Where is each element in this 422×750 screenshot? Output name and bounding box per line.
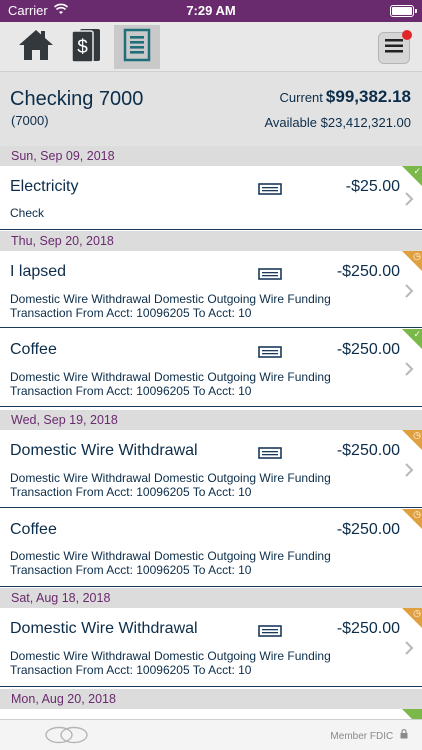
transaction-amount: -$250.00 (336, 620, 400, 637)
home-button[interactable] (13, 25, 59, 69)
svg-text:$: $ (77, 37, 88, 58)
transaction-description: Domestic Wire Withdrawal Domestic Outgoi… (10, 649, 331, 663)
bank-logo-icon (44, 726, 90, 749)
transaction-amount: -$250.00 (336, 341, 400, 358)
check-image-icon[interactable] (258, 446, 282, 459)
date-header: Sun, Sep 09, 2018 (0, 146, 422, 166)
clock-icon: ◷ (413, 430, 421, 440)
account-header: Checking 7000 (7000) Current $99,382.18 A… (0, 72, 422, 146)
lock-icon (400, 729, 408, 742)
transaction-title: Domestic Wire Withdrawal (10, 442, 198, 459)
check-image-icon[interactable] (258, 182, 282, 195)
transaction-amount: -$25.00 (345, 178, 400, 195)
transaction-title: Domestic Wire Withdrawal (10, 620, 198, 637)
transaction-amount: -$250.00 (336, 442, 400, 459)
chevron-right-icon (404, 362, 414, 376)
notification-badge (402, 30, 412, 40)
accounts-button[interactable]: $ (63, 25, 109, 69)
transaction-description-detail: Transaction From Acct: 10096205 To Acct:… (10, 663, 252, 677)
transaction-title: Coffee (10, 341, 57, 358)
transaction-description: Check (10, 206, 45, 220)
transaction-description-detail: Transaction From Acct: 10096205 To Acct:… (10, 384, 252, 398)
transaction-amount: -$250.00 (336, 263, 400, 280)
transaction-description-detail: Transaction From Acct: 10096205 To Acct:… (10, 306, 252, 320)
transaction-amount: -$250.00 (336, 521, 400, 538)
menu-icon (385, 38, 403, 58)
status-bar: Carrier 7:29 AM (0, 0, 422, 22)
transaction-row[interactable]: Electricity -$25.00 Check ✓ (0, 166, 422, 230)
chevron-right-icon (404, 641, 414, 655)
transaction-description-detail: Transaction From Acct: 10096205 To Acct:… (10, 485, 252, 499)
transaction-row[interactable]: Coffee -$250.00 Domestic Wire Withdrawal… (0, 509, 422, 587)
checkmark-icon: ✓ (413, 329, 421, 339)
transaction-title: Coffee (10, 521, 57, 538)
date-header: Sat, Aug 18, 2018 (0, 588, 422, 608)
chevron-right-icon (404, 192, 414, 206)
transaction-description: Domestic Wire Withdrawal Domestic Outgoi… (10, 370, 331, 384)
available-balance: Available $23,412,321.00 (264, 115, 411, 130)
check-image-icon[interactable] (258, 624, 282, 637)
checkmark-icon: ✓ (413, 166, 421, 176)
transaction-title: Electricity (10, 178, 79, 195)
battery-icon (390, 5, 417, 17)
check-image-icon[interactable] (258, 267, 282, 280)
status-time: 7:29 AM (186, 3, 236, 18)
statements-button[interactable] (114, 25, 160, 69)
money-icon: $ (70, 27, 102, 68)
transaction-description: Domestic Wire Withdrawal Domestic Outgoi… (10, 471, 331, 485)
transaction-description: Domestic Wire Withdrawal Domestic Outgoi… (10, 549, 331, 563)
transaction-row[interactable]: Domestic Wire Withdrawal -$250.00 Domest… (0, 430, 422, 508)
check-image-icon[interactable] (258, 345, 282, 358)
transaction-row[interactable]: Domestic Wire Withdrawal -$250.00 Domest… (0, 608, 422, 687)
available-label: Available (264, 115, 317, 130)
menu-button[interactable] (378, 30, 412, 64)
member-fdic: Member FDIC (330, 729, 408, 742)
date-header: Wed, Sep 19, 2018 (0, 410, 422, 430)
footer-bar: Member FDIC (0, 719, 422, 750)
transaction-title: I lapsed (10, 263, 67, 280)
transaction-description-detail: Transaction From Acct: 10096205 To Acct:… (10, 563, 252, 577)
chevron-right-icon (404, 284, 414, 298)
chevron-right-icon (404, 463, 414, 477)
transaction-row[interactable]: Coffee -$250.00 Domestic Wire Withdrawal… (0, 329, 422, 407)
current-label: Current (279, 90, 323, 105)
available-amount: $23,412,321.00 (320, 115, 411, 130)
clock-icon: ◷ (413, 509, 421, 519)
account-name: Checking 7000 (10, 88, 144, 110)
top-nav: $ (0, 22, 422, 72)
account-number: (7000) (11, 113, 49, 128)
current-balance: Current $99,382.18 (280, 87, 411, 107)
clock-icon: ◷ (413, 608, 421, 618)
transaction-description: Domestic Wire Withdrawal Domestic Outgoi… (10, 292, 331, 306)
date-header: Thu, Sep 20, 2018 (0, 231, 422, 251)
statement-icon (123, 28, 151, 67)
current-amount: $99,382.18 (325, 87, 411, 106)
member-fdic-label: Member FDIC (330, 731, 394, 742)
date-header: Mon, Aug 20, 2018 (0, 689, 422, 709)
transaction-row[interactable]: I lapsed -$250.00 Domestic Wire Withdraw… (0, 251, 422, 328)
home-icon (17, 28, 55, 67)
clock-icon: ◷ (413, 251, 421, 261)
